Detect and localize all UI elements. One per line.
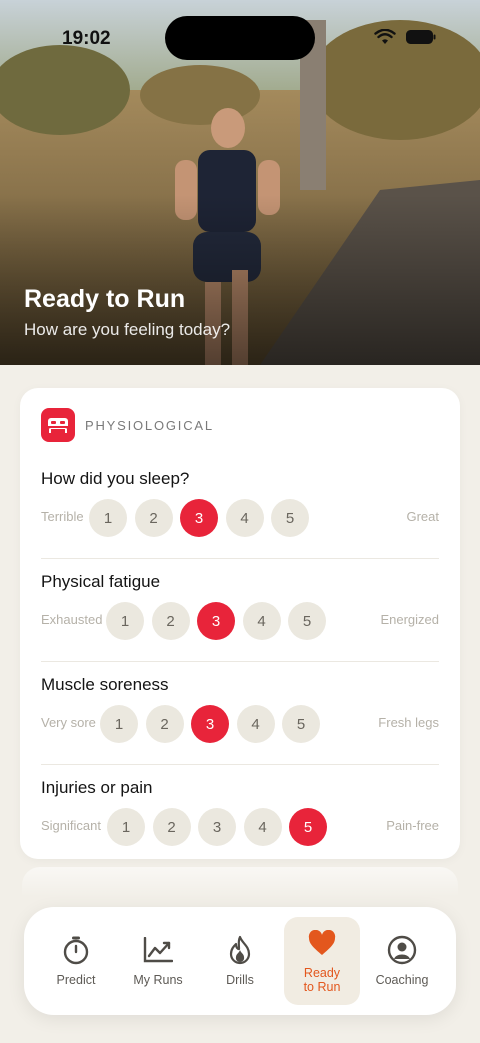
tab-ready-to-run[interactable]: Ready to Run bbox=[284, 917, 360, 1005]
scale-low-label: Exhausted bbox=[41, 612, 103, 627]
question-title: How did you sleep? bbox=[41, 469, 190, 488]
rating-scale: Terrible 1 2 3 4 5 Great bbox=[41, 499, 439, 537]
rating-option-2[interactable]: 2 bbox=[134, 499, 173, 537]
tab-label: Coaching bbox=[375, 973, 429, 987]
scale-high-label: Energized bbox=[380, 612, 439, 627]
scale-high-label: Pain-free bbox=[386, 818, 439, 833]
status-time: 19:02 bbox=[62, 28, 111, 49]
rating-option-1[interactable]: 1 bbox=[106, 602, 144, 640]
question-list: How did you sleep? Terrible 1 2 3 4 5 Great Phys… bbox=[41, 456, 439, 868]
question-title: Physical fatigue bbox=[41, 572, 161, 591]
tab-label: Drills bbox=[226, 973, 254, 987]
section-header: PHYSIOLOGICAL bbox=[41, 408, 439, 442]
heart-icon bbox=[307, 928, 337, 958]
tab-my-runs[interactable]: My Runs bbox=[120, 917, 196, 1005]
scale-high-label: Great bbox=[406, 509, 439, 524]
page-title: Ready to Run bbox=[24, 285, 186, 313]
rating-question: Physical fatigue Exhausted 1 2 3 4 5 Energized bbox=[41, 559, 439, 662]
rating-question: How did you sleep? Terrible 1 2 3 4 5 Great bbox=[41, 456, 439, 559]
chart-icon bbox=[143, 935, 173, 965]
rating-option-4[interactable]: 4 bbox=[236, 705, 275, 743]
rating-scale: Significant 1 2 3 4 5 Pain-free bbox=[41, 808, 439, 846]
question-title: Muscle soreness bbox=[41, 675, 169, 694]
tab-label: My Runs bbox=[133, 973, 183, 987]
rating-option-1[interactable]: 1 bbox=[89, 499, 127, 537]
rating-option-2[interactable]: 2 bbox=[152, 808, 191, 846]
rating-option-5[interactable]: 5 bbox=[289, 808, 327, 846]
page-subtitle: How are you feeling today? bbox=[24, 320, 231, 339]
stopwatch-icon bbox=[61, 935, 91, 965]
section-label: PHYSIOLOGICAL bbox=[85, 417, 214, 433]
scale-low-label: Significant bbox=[41, 818, 101, 833]
next-card-peek bbox=[22, 867, 458, 897]
rating-question: Muscle soreness Very sore 1 2 3 4 5 Fresh legs bbox=[41, 662, 439, 765]
wifi-icon bbox=[374, 28, 396, 50]
tab-label: Ready to Run bbox=[303, 966, 341, 994]
scale-low-label: Terrible bbox=[41, 509, 84, 524]
battery-icon bbox=[406, 30, 436, 49]
rating-scale: Very sore 1 2 3 4 5 Fresh legs bbox=[41, 705, 439, 743]
rating-option-5[interactable]: 5 bbox=[282, 705, 320, 743]
rating-option-2[interactable]: 2 bbox=[145, 705, 184, 743]
tab-bar: Predict My Runs Drills Ready to Run Coac… bbox=[24, 907, 456, 1015]
rating-option-4[interactable]: 4 bbox=[242, 602, 281, 640]
rating-scale: Exhausted 1 2 3 4 5 Energized bbox=[41, 602, 439, 640]
flame-icon bbox=[225, 935, 255, 965]
rating-option-3[interactable]: 3 bbox=[197, 602, 235, 640]
status-icons bbox=[374, 28, 436, 50]
person-icon bbox=[387, 935, 417, 965]
dynamic-island bbox=[165, 16, 315, 60]
rating-option-1[interactable]: 1 bbox=[107, 808, 145, 846]
rating-option-3[interactable]: 3 bbox=[198, 808, 236, 846]
tab-coaching[interactable]: Coaching bbox=[364, 917, 440, 1005]
scale-low-label: Very sore bbox=[41, 715, 96, 730]
tab-label: Predict bbox=[56, 973, 96, 987]
hero-banner: 19:02 Ready to Run How are you feeling t… bbox=[0, 0, 480, 365]
question-title: Injuries or pain bbox=[41, 778, 153, 797]
scale-high-label: Fresh legs bbox=[378, 715, 439, 730]
rating-option-5[interactable]: 5 bbox=[288, 602, 326, 640]
rating-option-3[interactable]: 3 bbox=[191, 705, 229, 743]
rating-question: Injuries or pain Significant 1 2 3 4 5 Pain-fre… bbox=[41, 765, 439, 868]
rating-option-1[interactable]: 1 bbox=[100, 705, 138, 743]
tab-drills[interactable]: Drills bbox=[202, 917, 278, 1005]
rating-option-3[interactable]: 3 bbox=[180, 499, 218, 537]
bed-icon bbox=[41, 408, 75, 442]
rating-option-2[interactable]: 2 bbox=[151, 602, 190, 640]
tab-predict[interactable]: Predict bbox=[38, 917, 114, 1005]
rating-option-4[interactable]: 4 bbox=[243, 808, 282, 846]
physiological-card: PHYSIOLOGICAL How did you sleep? Terrible… bbox=[20, 388, 460, 859]
rating-option-4[interactable]: 4 bbox=[225, 499, 264, 537]
rating-option-5[interactable]: 5 bbox=[271, 499, 309, 537]
